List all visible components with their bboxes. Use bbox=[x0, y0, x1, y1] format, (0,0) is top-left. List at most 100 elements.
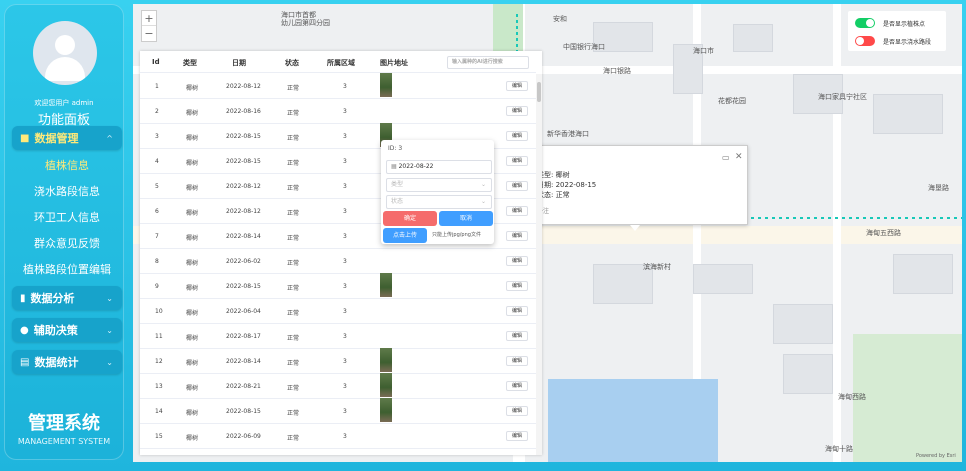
edit-button[interactable]: 编辑 bbox=[506, 181, 528, 191]
status-select[interactable]: 状态 ⌄ bbox=[386, 195, 492, 209]
cell-area: 3 bbox=[343, 183, 347, 190]
plant-thumbnail[interactable] bbox=[380, 273, 392, 297]
edit-button[interactable]: 编辑 bbox=[506, 281, 528, 291]
cancel-button[interactable]: 取消 bbox=[439, 211, 493, 226]
zoom-in-button[interactable]: + bbox=[142, 11, 156, 26]
edit-button[interactable]: 编辑 bbox=[506, 256, 528, 266]
sidebar-item-sanitation-workers[interactable]: 环卫工人信息 bbox=[12, 205, 122, 231]
grid-icon: ■ bbox=[20, 132, 30, 144]
maximize-icon[interactable]: ▭ bbox=[722, 153, 730, 162]
cell-area: 3 bbox=[343, 358, 347, 365]
chevron-down-icon: ⌄ bbox=[106, 357, 113, 367]
plant-thumbnail[interactable] bbox=[380, 348, 392, 372]
cell-id: 9 bbox=[155, 283, 159, 290]
cell-id: 14 bbox=[155, 408, 163, 415]
edit-button[interactable]: 编辑 bbox=[506, 356, 528, 366]
edit-button[interactable]: 编辑 bbox=[506, 206, 528, 216]
cell-date: 2022-08-14 bbox=[226, 233, 261, 240]
table-row[interactable]: 11 椰树 2022-08-17 正常 3 编辑 bbox=[140, 324, 536, 349]
menu-group-data-analysis[interactable]: ▮ 数据分析 ⌄ bbox=[12, 286, 122, 310]
table-row[interactable]: 9 椰树 2022-08-15 正常 3 编辑 bbox=[140, 273, 536, 299]
menu-group-label: 数据统计 bbox=[34, 356, 79, 369]
type-select[interactable]: 类型 ⌄ bbox=[386, 178, 492, 192]
cell-date: 2022-06-09 bbox=[226, 433, 261, 440]
edit-button[interactable]: 编辑 bbox=[506, 306, 528, 316]
table-row[interactable]: 13 椰树 2022-08-21 正常 3 编辑 bbox=[140, 373, 536, 399]
column-header[interactable]: 日期 bbox=[232, 58, 246, 68]
map-label: 花都花园 bbox=[718, 97, 746, 105]
edit-plant-form: ID: 3 ▦ 2022-08-22 类型 ⌄ 状态 ⌄ 确定 取消 点击上传 只能… bbox=[381, 140, 494, 244]
table-row[interactable]: 2 椰树 2022-08-16 正常 3 编辑 bbox=[140, 99, 536, 124]
table-row[interactable]: 14 椰树 2022-08-15 正常 3 编辑 bbox=[140, 398, 536, 424]
cell-id: 6 bbox=[155, 208, 159, 215]
sidebar-item-plant-road-edit[interactable]: 植株路段位置编辑 bbox=[12, 257, 122, 283]
table-row[interactable]: 8 椰树 2022-06-02 正常 3 编辑 bbox=[140, 249, 536, 274]
cell-id: 3 bbox=[155, 133, 159, 140]
zoom-out-button[interactable]: − bbox=[142, 26, 156, 41]
table-row[interactable]: 12 椰树 2022-08-14 正常 3 编辑 bbox=[140, 348, 536, 374]
cell-date: 2022-08-12 bbox=[226, 83, 261, 90]
popup-date: 日期: 2022-08-15 bbox=[537, 181, 597, 189]
table-row[interactable]: 1 椰树 2022-08-12 正常 3 编辑 bbox=[140, 73, 536, 99]
confirm-button[interactable]: 确定 bbox=[383, 211, 437, 226]
chevron-down-icon: ⌄ bbox=[480, 198, 486, 205]
cell-id: 11 bbox=[155, 333, 163, 340]
upload-button[interactable]: 点击上传 bbox=[383, 228, 427, 243]
column-header[interactable]: Id bbox=[152, 58, 160, 66]
edit-button[interactable]: 编辑 bbox=[506, 106, 528, 116]
edit-button[interactable]: 编辑 bbox=[506, 381, 528, 391]
column-header[interactable]: 所属区域 bbox=[327, 58, 355, 68]
chevron-down-icon: ⌄ bbox=[480, 181, 486, 188]
column-header[interactable]: 类型 bbox=[183, 58, 197, 68]
plant-thumbnail[interactable] bbox=[380, 398, 392, 422]
cell-id: 8 bbox=[155, 258, 159, 265]
cell-id: 10 bbox=[155, 308, 163, 315]
map-label: 海口市 bbox=[693, 47, 714, 55]
bar-chart-icon: ▮ bbox=[20, 292, 26, 304]
edit-button[interactable]: 编辑 bbox=[506, 131, 528, 141]
column-header: 图片地址 bbox=[380, 59, 408, 67]
cell-date: 2022-08-15 bbox=[226, 158, 261, 165]
table-scrollbar[interactable] bbox=[536, 74, 542, 455]
sidebar-item-plant-info[interactable]: 植株信息 bbox=[12, 153, 122, 179]
sidebar-item-public-feedback[interactable]: 群众意见反馈 bbox=[12, 231, 122, 257]
edit-button[interactable]: 编辑 bbox=[506, 331, 528, 341]
menu-group-decision-support[interactable]: ● 辅助决策 ⌄ bbox=[12, 318, 122, 342]
table-row[interactable]: 15 椰树 2022-06-09 正常 3 编辑 bbox=[140, 424, 536, 449]
cell-area: 3 bbox=[343, 408, 347, 415]
cell-status: 正常 bbox=[287, 110, 300, 117]
cell-id: 5 bbox=[155, 183, 159, 190]
date-field[interactable]: ▦ 2022-08-22 bbox=[386, 160, 492, 174]
plant-table-panel: Id 类型 日期 状态 所属区域 图片地址 输入属种的AI进行搜索 1 椰树 202… bbox=[140, 51, 542, 455]
close-icon[interactable]: ✕ bbox=[735, 152, 743, 162]
plant-thumbnail[interactable] bbox=[380, 73, 392, 97]
edit-button[interactable]: 编辑 bbox=[506, 231, 528, 241]
cell-status: 正常 bbox=[287, 260, 300, 267]
menu-group-data-management[interactable]: ■ 数据管理 ^ bbox=[12, 126, 122, 150]
cell-type: 椰树 bbox=[186, 235, 199, 242]
edit-button[interactable]: 编辑 bbox=[506, 431, 528, 441]
edit-button[interactable]: 编辑 bbox=[506, 406, 528, 416]
cell-area: 3 bbox=[343, 108, 347, 115]
toggle-show-watering-roads[interactable] bbox=[855, 36, 875, 46]
menu-group-label: 辅助决策 bbox=[33, 324, 78, 337]
cell-date: 2022-08-12 bbox=[226, 208, 261, 215]
cell-date: 2022-08-17 bbox=[226, 333, 261, 340]
chevron-down-icon: ⌄ bbox=[106, 325, 113, 335]
edit-button[interactable]: 编辑 bbox=[506, 156, 528, 166]
column-header[interactable]: 状态 bbox=[285, 58, 299, 68]
upload-hint: 只能上传jpg/png文件 bbox=[432, 232, 481, 238]
menu-group-label: 数据分析 bbox=[30, 292, 75, 305]
edit-button[interactable]: 编辑 bbox=[506, 81, 528, 91]
menu-group-label: 数据管理 bbox=[34, 132, 79, 145]
search-input[interactable]: 输入属种的AI进行搜索 bbox=[447, 56, 529, 69]
map-label: 海甸西路 bbox=[838, 393, 866, 401]
table-row[interactable]: 10 椰树 2022-06-04 正常 3 编辑 bbox=[140, 299, 536, 324]
table-row[interactable]: 16椰树2022-06-10正常3编辑 bbox=[140, 449, 536, 455]
toggle-show-plants[interactable] bbox=[855, 18, 875, 28]
cell-status: 正常 bbox=[287, 85, 300, 92]
menu-group-data-statistics[interactable]: ▤ 数据统计 ⌄ bbox=[12, 350, 122, 374]
sidebar-item-watering-road[interactable]: 浇水路段信息 bbox=[12, 179, 122, 205]
plant-thumbnail[interactable] bbox=[380, 373, 392, 397]
layer-toggles: 是否显示植株点 是否显示浇水路段 bbox=[848, 11, 946, 51]
